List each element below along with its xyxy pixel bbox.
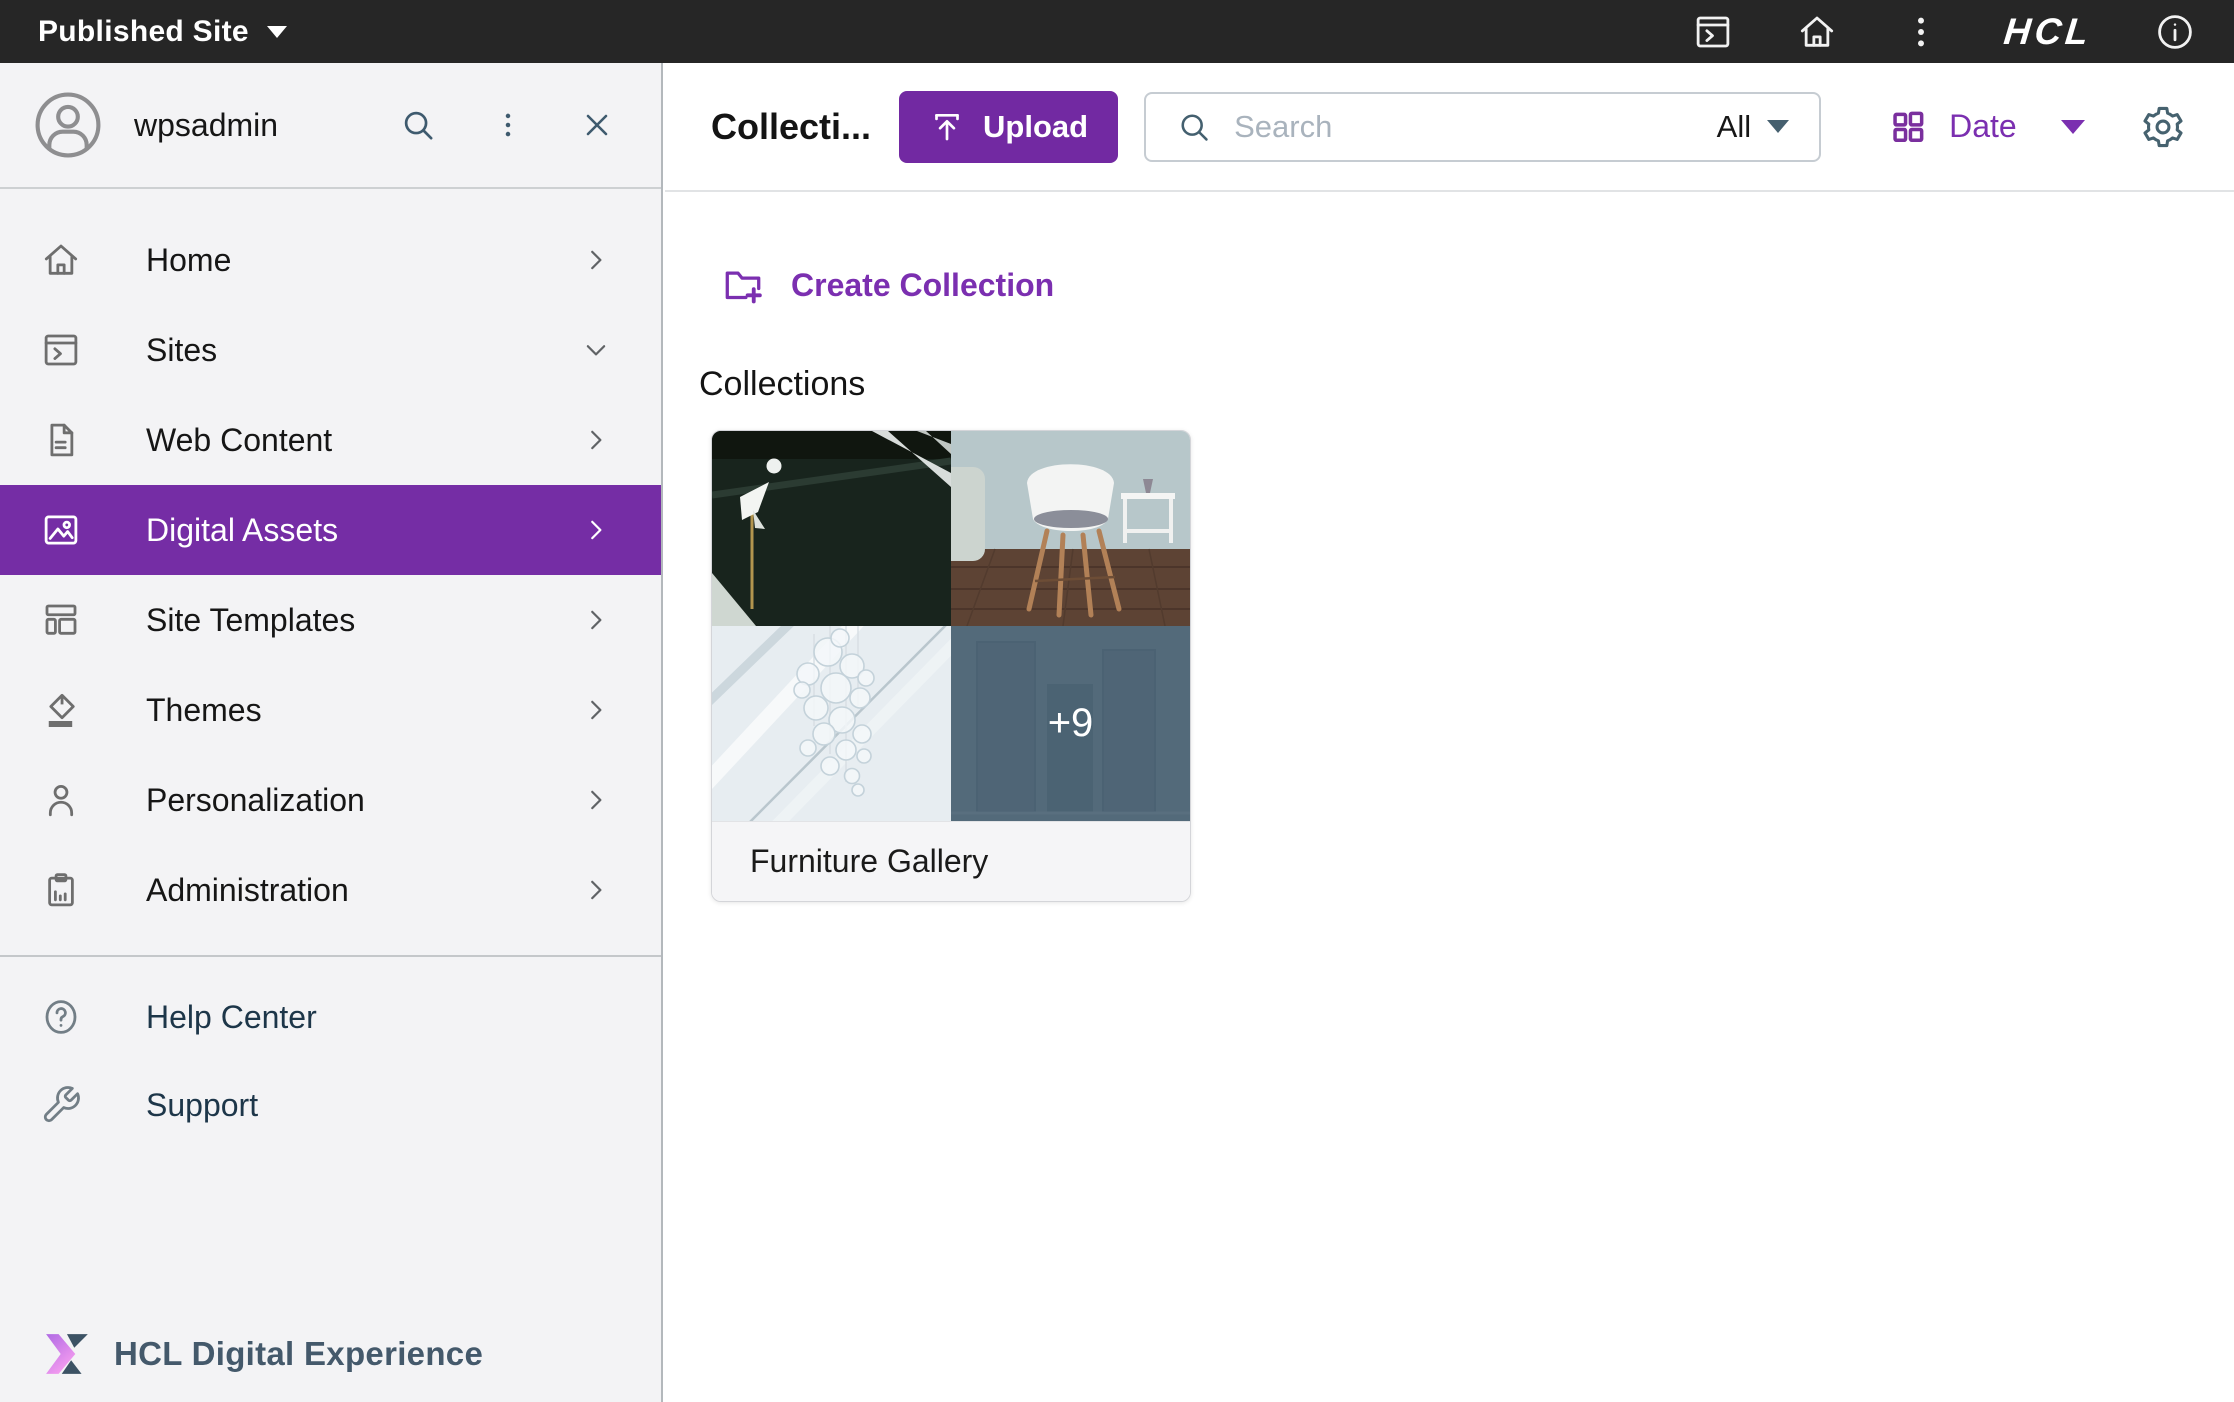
folder-plus-icon [719,262,767,308]
topbar: Published Site HCL [0,0,2234,63]
more-count-overlay: +9 [951,626,1190,821]
sidebar-item-administration[interactable]: Administration [0,845,661,935]
sidebar-item-label: Support [146,1087,258,1124]
site-mode-selector[interactable]: Published Site [38,15,287,49]
sidebar: wpsadmin [0,63,663,1402]
create-collection-button[interactable]: Create Collection [719,262,1054,308]
sidebar-item-digital-assets[interactable]: Digital Assets [0,485,661,575]
username: wpsadmin [134,107,278,144]
close-icon[interactable] [579,107,615,143]
sidebar-item-label: Administration [146,872,349,909]
layout-icon [40,599,82,641]
sidebar-item-label: Help Center [146,999,317,1036]
sidebar-item-label: Home [146,242,231,279]
sidebar-header-actions [399,106,615,144]
main-area: Collecti... Upload All [665,63,2234,1402]
search-box: All [1144,92,1821,162]
site-mode-label: Published Site [38,15,249,49]
topbar-actions: HCL [1692,11,2196,53]
chevron-down-icon[interactable] [2061,120,2085,134]
thumbnail-lamp-dark-ceiling [712,431,951,626]
document-icon [40,419,82,461]
site-panel-icon[interactable] [1692,11,1734,53]
collection-card[interactable]: +9 Furniture Gallery [711,430,1191,902]
chevron-down-icon [267,26,287,38]
info-icon[interactable] [2154,11,2196,53]
avatar[interactable] [30,87,106,163]
dx-brand-icon [44,1332,92,1376]
grid-view-icon[interactable] [1887,106,1929,148]
sidebar-item-label: Site Templates [146,602,355,639]
theme-icon [40,689,82,731]
wrench-icon [40,1084,82,1126]
main-toolbar: Collecti... Upload All [665,63,2234,192]
more-count: +9 [1048,701,1094,746]
dx-brand-name: HCL Digital Experience [114,1335,483,1373]
thumbnail-glass-chandelier [712,626,951,821]
collection-thumbnail-grid: +9 [712,431,1190,821]
chevron-down-icon [581,335,611,365]
sidebar-item-personalization[interactable]: Personalization [0,755,661,845]
sidebar-divider [0,955,661,957]
person-icon [40,779,82,821]
sidebar-item-help-center[interactable]: Help Center [0,973,661,1061]
search-scope-dropdown[interactable]: All [1717,109,1789,145]
home-icon[interactable] [1796,11,1838,53]
collections-content: Create Collection Collections [665,192,2234,902]
sites-icon [40,329,82,371]
sidebar-item-label: Personalization [146,782,365,819]
sidebar-item-sites[interactable]: Sites [0,305,661,395]
upload-label: Upload [983,109,1088,145]
chevron-right-icon [581,695,611,725]
search-icon[interactable] [399,106,437,144]
overflow-menu-icon[interactable] [1900,11,1942,53]
chevron-right-icon [581,605,611,635]
chevron-right-icon [581,515,611,545]
section-heading: Collections [699,365,2234,404]
sidebar-item-label: Digital Assets [146,512,338,549]
chevron-down-icon [1767,120,1789,133]
thumbnail-more-images: +9 [951,626,1190,821]
chevron-right-icon [581,425,611,455]
search-icon [1176,109,1212,145]
sidebar-item-label: Themes [146,692,262,729]
sidebar-item-label: Web Content [146,422,332,459]
search-input[interactable] [1234,109,1695,145]
sidebar-item-label: Sites [146,332,217,369]
sidebar-nav: Home Sites Web Content [0,189,661,1149]
sidebar-item-support[interactable]: Support [0,1061,661,1149]
collection-name: Furniture Gallery [712,821,1190,901]
home-icon [40,239,82,281]
sidebar-item-home[interactable]: Home [0,215,661,305]
hcl-brand-logo: HCL [2002,11,2094,53]
create-collection-label: Create Collection [791,267,1054,304]
sort-by-dropdown[interactable]: Date [1949,108,2017,145]
help-icon [40,996,82,1038]
sidebar-item-site-templates[interactable]: Site Templates [0,575,661,665]
kebab-menu-icon[interactable] [491,108,525,142]
chevron-right-icon [581,785,611,815]
chevron-right-icon [581,875,611,905]
upload-button[interactable]: Upload [899,91,1118,163]
view-and-sort-controls: Date [1887,106,2085,148]
upload-icon [929,109,965,145]
search-scope-value: All [1717,109,1751,145]
sidebar-item-web-content[interactable]: Web Content [0,395,661,485]
sidebar-user-header: wpsadmin [0,63,661,189]
sidebar-footer: HCL Digital Experience [0,1332,661,1402]
page-title: Collecti... [711,106,871,148]
settings-gear-icon[interactable] [2140,104,2186,150]
sidebar-item-themes[interactable]: Themes [0,665,661,755]
thumbnail-white-chair [951,431,1190,626]
clipboard-chart-icon [40,869,82,911]
chevron-right-icon [581,245,611,275]
image-icon [40,509,82,551]
